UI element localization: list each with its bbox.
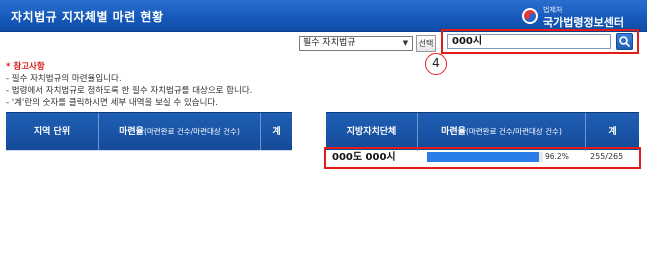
header-total: 계 [272,127,281,137]
logo-site-name: 국가법령정보센터 [543,16,624,29]
search-button[interactable] [616,33,633,50]
notes-line: - '계'란의 숫자를 클릭하시면 세부 내역을 보실 수 있습니다. [6,98,218,108]
site-logo[interactable]: 법제처 국가법령정보센터 [521,4,639,30]
header-rate-label: 마련율 [441,127,466,137]
header-rate: 마련율(마련완료 건수/마련대상 건수) [418,113,586,151]
row-region-name: 000도 000시 [332,152,396,163]
rate-progress-fill [427,152,539,162]
region-table-body [6,150,292,151]
page-title: 자치법규 지자체별 마련 현황 [11,10,164,24]
government-emblem-icon [522,8,538,24]
magnifier-icon [619,36,630,47]
rate-progress-bar [427,152,543,162]
header-rate-sub: (마련완료 건수/마련대상 건수) [143,127,240,136]
header-local-gov: 지방자치단체 [326,113,418,151]
chevron-down-icon: ▼ [402,39,409,47]
rate-percent-label: 96.2% [545,152,569,161]
region-table-header: 지역 단위 마련율(마련완료 건수/마련대상 건수) 계 [6,112,292,151]
header-rate-label: 마련율 [119,127,144,137]
page-header: 자치법규 지자체별 마련 현황 법제처 국가법령정보센터 [0,0,647,32]
notes-line: - 필수 자치법규의 마련율입니다. [6,74,122,84]
header-region-unit: 지역 단위 [6,113,99,151]
search-input[interactable]: 000시 [447,34,611,49]
table-row: 000도 000시 96.2% 255/265 [324,147,641,169]
step-callout: 4 [425,53,447,75]
select-button[interactable]: 선택 [416,35,436,52]
local-gov-table-header: 지방자치단체 마련율(마련완료 건수/마련대상 건수) 계 [326,112,639,151]
search-highlight: 000시 [441,29,639,54]
law-type-select-value: 필수 자치법규 [303,38,356,48]
row-total-link[interactable]: 255/265 [590,152,623,161]
header-rate: 마련율(마련완료 건수/마련대상 건수) [99,113,261,151]
header-rate-sub: (마련완료 건수/마련대상 건수) [465,127,562,136]
law-type-select[interactable]: 필수 자치법규 ▼ [299,36,413,51]
notes-line: - 법령에서 자치법규로 정하도록 한 필수 자치법규를 대상으로 합니다. [6,86,253,96]
notes-title: * 참고사항 [6,62,45,72]
header-total: 계 [608,127,617,137]
notes-section: * 참고사항 - 필수 자치법규의 마련율입니다. - 법령에서 자치법규로 정… [6,61,252,109]
